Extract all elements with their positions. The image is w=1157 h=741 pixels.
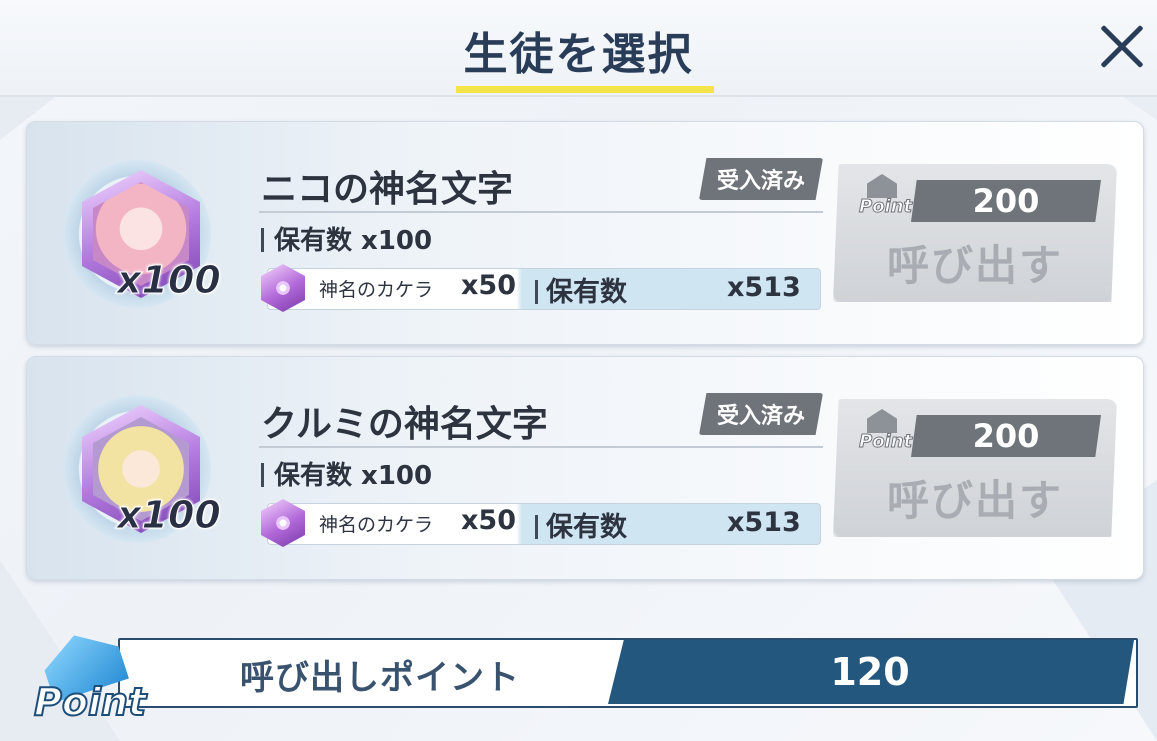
points-label: 呼び出しポイント [240, 658, 520, 698]
material-name: 神名のカケラ [319, 514, 434, 536]
marker-bar [261, 228, 264, 252]
avatar-count: x100 [117, 258, 222, 303]
call-button-label[interactable]: 呼び出す [833, 467, 1117, 528]
material-name: 神名のカケラ [319, 279, 434, 301]
cost-value: 200 [972, 182, 1040, 220]
header: 生徒を選択 [0, 0, 1157, 97]
material-owned-label: 保有数 [535, 505, 627, 544]
status-badge: 受入済み [699, 393, 823, 435]
student-card: x100 クルミの神名文字 受入済み 保有数 x100 神名のカケラ x50 保… [26, 356, 1144, 580]
material-owned-text: 保有数 [546, 512, 627, 543]
owned-text: 保有数 x100 [274, 226, 433, 256]
marker-bar [535, 515, 538, 539]
marker-bar [261, 463, 264, 487]
material-owned-value: x513 [727, 272, 801, 303]
material-owned-text: 保有数 [546, 277, 627, 308]
material-owned-label: 保有数 [535, 270, 627, 309]
point-icon-label: Point [33, 679, 147, 725]
student-card: x100 ニコの神名文字 受入済み 保有数 x100 神名のカケラ x50 保有… [26, 121, 1144, 345]
divider [259, 211, 823, 213]
owned-count: 保有数 x100 [261, 455, 432, 492]
call-button-label[interactable]: 呼び出す [833, 232, 1117, 293]
point-icon-label: Point [858, 196, 913, 218]
marker-bar [535, 280, 538, 304]
point-envelope-icon: Point [30, 628, 147, 728]
point-icon-label: Point [858, 431, 913, 453]
avatar-count: x100 [117, 493, 222, 538]
envelope-shape [867, 409, 897, 433]
owned-count: 保有数 x100 [261, 220, 432, 257]
material-required: x50 [461, 270, 516, 301]
item-name: ニコの神名文字 [261, 169, 514, 210]
close-icon[interactable] [1098, 22, 1146, 70]
divider [259, 446, 823, 448]
status-badge: 受入済み [699, 158, 823, 200]
material-owned-value: x513 [727, 507, 801, 538]
cost-value: 200 [972, 417, 1040, 455]
material-required: x50 [461, 505, 516, 536]
point-envelope-icon: Point [858, 174, 913, 218]
title-underline [456, 86, 714, 93]
page-title: 生徒を選択 [463, 29, 694, 80]
point-envelope-icon: Point [858, 409, 913, 453]
envelope-shape [867, 174, 897, 198]
item-name: クルミの神名文字 [261, 404, 548, 445]
owned-text: 保有数 x100 [274, 461, 433, 491]
points-value: 120 [830, 650, 910, 694]
